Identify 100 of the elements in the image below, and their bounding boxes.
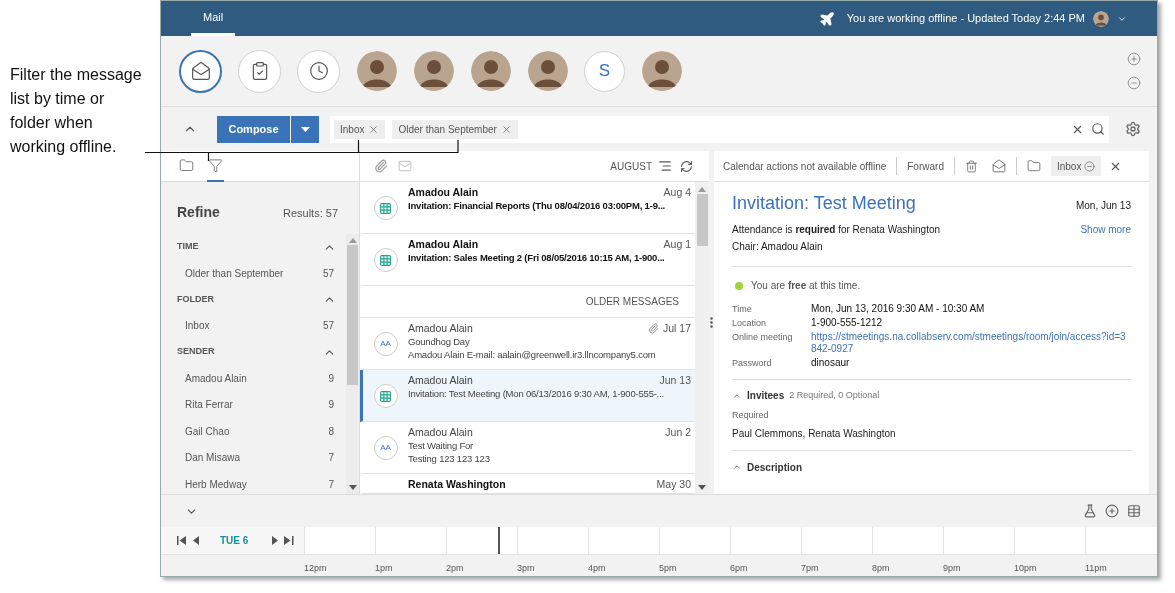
message-title: Invitation: Test Meeting bbox=[732, 192, 917, 215]
flask-icon[interactable] bbox=[1083, 504, 1097, 518]
user-avatar[interactable] bbox=[1093, 10, 1109, 27]
filter-option[interactable]: Older than September 57 bbox=[177, 260, 336, 287]
zoom-in-icon[interactable] bbox=[1127, 52, 1141, 66]
section-heading: TIME bbox=[177, 240, 200, 254]
contact-avatar[interactable] bbox=[356, 51, 397, 91]
hour-label: 12pm bbox=[304, 562, 327, 573]
close-icon[interactable] bbox=[368, 123, 380, 135]
detail-label: Time bbox=[732, 303, 753, 315]
scrollbar[interactable] bbox=[346, 234, 359, 494]
detail-value: 1-900-555-1212 bbox=[811, 317, 884, 329]
remove-icon[interactable] bbox=[1084, 160, 1096, 172]
forward-button[interactable]: Forward bbox=[907, 158, 944, 174]
envelope-icon bbox=[190, 61, 211, 81]
scroll-down-icon[interactable] bbox=[698, 485, 706, 490]
detail-value: dinosaur bbox=[811, 357, 851, 369]
message-date: Aug 4 bbox=[663, 186, 691, 199]
collapse-icon[interactable] bbox=[732, 462, 742, 472]
scrollbar[interactable] bbox=[695, 182, 709, 494]
message-date: Mon, Jun 13 bbox=[1075, 199, 1131, 213]
compose-button[interactable]: Compose bbox=[217, 115, 290, 143]
previous-day-icon[interactable] bbox=[193, 536, 199, 545]
sender-initials: AA bbox=[373, 332, 398, 356]
scrollbar-thumb[interactable] bbox=[347, 245, 358, 385]
filter-option[interactable]: Rita Ferrar 9 bbox=[177, 391, 336, 418]
detail-value: Mon, Jun 13, 2016 9:30 AM - 10:30 AM bbox=[811, 303, 986, 315]
zoom-out-icon[interactable] bbox=[1127, 76, 1141, 90]
offline-notice: Calendar actions not available offline bbox=[723, 159, 887, 174]
clock-icon bbox=[308, 61, 329, 81]
meeting-link[interactable]: https://stmeetings.na.collabserv.com/stmeetings/room/join/access?id=3842-0927 bbox=[811, 331, 1131, 355]
sender-name: Amadou Alain bbox=[408, 238, 480, 251]
filter-option[interactable]: Gail Chao 8 bbox=[177, 418, 336, 445]
folder-icon[interactable] bbox=[1026, 159, 1041, 173]
filter-option[interactable]: Herb Medway 7 bbox=[177, 471, 336, 494]
last-day-icon[interactable] bbox=[284, 536, 295, 545]
scrollbar-thumb[interactable] bbox=[696, 194, 708, 246]
next-day-icon[interactable] bbox=[272, 536, 279, 545]
list-icon[interactable] bbox=[658, 159, 672, 173]
mail-shortcut[interactable] bbox=[179, 49, 222, 93]
hour-label: 8pm bbox=[872, 562, 890, 573]
message-date: May 30 bbox=[656, 478, 691, 491]
add-icon[interactable] bbox=[1105, 504, 1119, 518]
message-line: Amadou Alain E-mail: aalain@greenwell.ir3.llncompany5.com bbox=[408, 348, 657, 361]
hour-label: 2pm bbox=[446, 562, 464, 573]
sender-name: Amadou Alain bbox=[408, 426, 474, 439]
detail-label: Online meeting bbox=[732, 331, 794, 344]
hour-label: 5pm bbox=[659, 562, 677, 573]
offline-status: You are working offline - Updated Today 2:44 PM bbox=[846, 11, 1085, 27]
settings-icon[interactable] bbox=[1125, 121, 1141, 137]
contact-avatar[interactable] bbox=[527, 51, 568, 91]
filter-tag[interactable]: Older than September bbox=[392, 119, 518, 139]
splitter-handle[interactable] bbox=[710, 317, 713, 328]
message-item[interactable]: Amadou Alain Jun 13 Invitation: Test Meeting (Mon 06/13/2016 9:30 AM, 1-900-555-... bbox=[360, 370, 695, 422]
envelope-icon[interactable] bbox=[991, 159, 1006, 173]
scroll-up-icon[interactable] bbox=[348, 238, 357, 243]
current-time-marker bbox=[498, 527, 500, 554]
sender-name: Amadou Alain bbox=[408, 374, 474, 387]
hour-label: 9pm bbox=[943, 562, 961, 573]
message-line: Test Waiting For bbox=[408, 439, 475, 452]
attendance-note: Attendance is required for Renata Washington bbox=[732, 223, 942, 237]
calendar-icon bbox=[373, 196, 398, 220]
scroll-up-icon[interactable] bbox=[698, 187, 706, 192]
hour-label: 6pm bbox=[730, 562, 748, 573]
calendar-shortcut[interactable] bbox=[297, 49, 340, 93]
results-count: Results: 57 bbox=[282, 206, 338, 221]
hour-label: 4pm bbox=[588, 562, 606, 573]
folder-tag[interactable]: Inbox bbox=[1050, 156, 1102, 176]
message-date: Jun 13 bbox=[659, 374, 691, 387]
refine-title: Refine bbox=[177, 203, 221, 222]
refresh-icon[interactable] bbox=[680, 159, 693, 173]
paperclip-icon[interactable] bbox=[374, 159, 388, 173]
tasks-shortcut[interactable] bbox=[238, 49, 281, 93]
delete-icon[interactable] bbox=[964, 159, 978, 173]
calendar-icon bbox=[373, 384, 398, 408]
message-date: Aug 1 bbox=[663, 238, 691, 251]
hour-label: 11pm bbox=[1085, 562, 1107, 573]
search-icon[interactable] bbox=[1091, 122, 1105, 136]
invitees-summary: 2 Required, 0 Optional bbox=[789, 388, 880, 402]
show-more-link[interactable]: Show more bbox=[1080, 222, 1131, 237]
filter-option[interactable]: Amadou Alain 9 bbox=[177, 365, 336, 392]
close-icon[interactable] bbox=[500, 123, 512, 135]
search-field[interactable]: Inbox Older than September bbox=[330, 115, 1109, 143]
filter-option[interactable]: Dan Misawa 7 bbox=[177, 444, 336, 471]
compose-menu-button[interactable] bbox=[291, 115, 319, 143]
first-day-icon[interactable] bbox=[177, 536, 187, 545]
contact-avatar[interactable] bbox=[470, 51, 511, 91]
contact-avatar[interactable] bbox=[641, 51, 682, 91]
filter-tag[interactable]: Inbox bbox=[334, 119, 386, 139]
scroll-down-icon[interactable] bbox=[348, 485, 357, 490]
hour-label: 10pm bbox=[1014, 562, 1037, 573]
table-icon[interactable] bbox=[1127, 504, 1141, 518]
contact-avatar[interactable]: S bbox=[584, 50, 625, 92]
filter-option[interactable]: Inbox 57 bbox=[177, 312, 336, 339]
app-tab[interactable]: Mail bbox=[191, 1, 236, 36]
folder-icon bbox=[179, 157, 194, 173]
hour-label: 3pm bbox=[517, 562, 535, 573]
message-line: Invitation: Test Meeting (Mon 06/13/2016 9:30 AM, 1-900-555-... bbox=[408, 387, 666, 400]
section-heading: FOLDER bbox=[177, 292, 215, 306]
contact-avatar[interactable] bbox=[413, 51, 454, 91]
